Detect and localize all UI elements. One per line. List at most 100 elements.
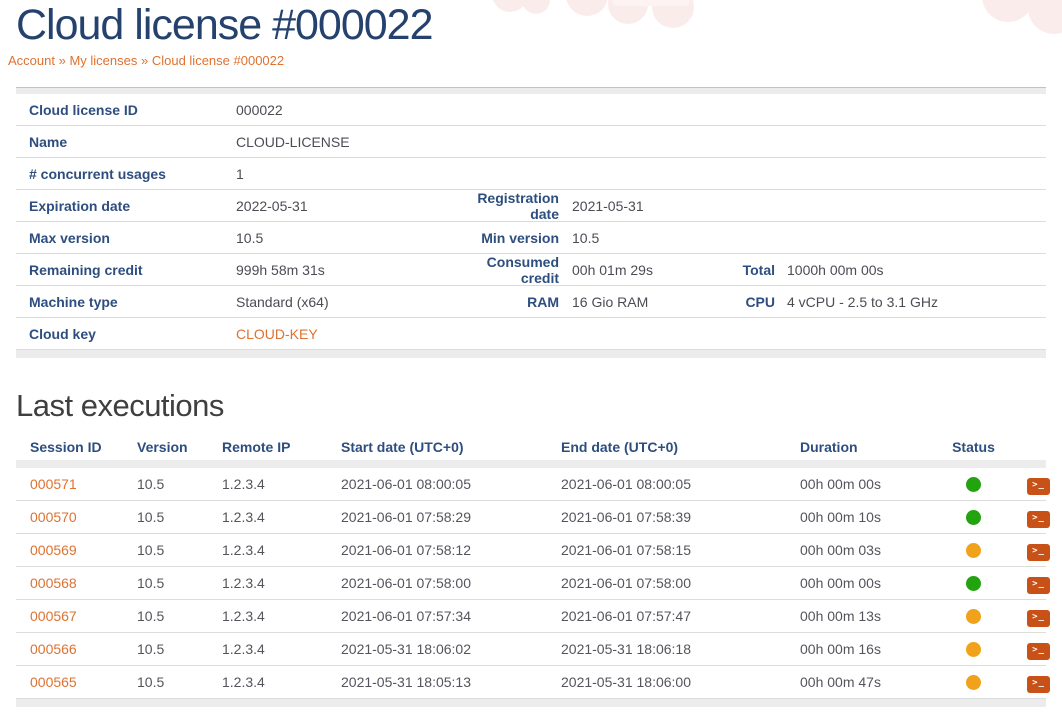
actions-cell: >_	[1011, 474, 1050, 495]
details-row: Remaining credit999h 58m 31sConsumed cre…	[16, 254, 1046, 286]
breadcrumb-separator: »	[137, 53, 151, 68]
executions-table-bottom-strip	[16, 699, 1046, 707]
column-header: Start date (UTC+0)	[341, 439, 561, 455]
section-title-last-executions: Last executions	[16, 386, 1046, 426]
details-label: Name	[16, 134, 226, 150]
terminal-icon[interactable]: >_	[1027, 676, 1050, 693]
execution-row: 00056910.51.2.3.42021-06-01 07:58:122021…	[16, 534, 1046, 567]
terminal-icon[interactable]: >_	[1027, 511, 1050, 528]
session-id-cell: 000567	[16, 608, 137, 624]
end-date-cell: 2021-06-01 07:58:39	[561, 509, 800, 525]
session-id-cell: 000565	[16, 674, 137, 690]
status-dot	[966, 477, 981, 492]
session-id-cell: 000571	[16, 476, 137, 492]
status-cell	[936, 608, 1011, 625]
details-row: # concurrent usages1	[16, 158, 1046, 190]
status-cell	[936, 641, 1011, 658]
actions-cell: >_	[1011, 507, 1050, 528]
session-id-link[interactable]: 000565	[30, 674, 77, 690]
terminal-icon[interactable]: >_	[1027, 610, 1050, 627]
execution-row: 00056610.51.2.3.42021-05-31 18:06:022021…	[16, 633, 1046, 666]
details-value: 4 vCPU - 2.5 to 3.1 GHz	[776, 294, 1046, 310]
duration-cell: 00h 00m 13s	[800, 608, 936, 624]
details-label: # concurrent usages	[16, 166, 226, 182]
execution-row: 00056810.51.2.3.42021-06-01 07:58:002021…	[16, 567, 1046, 600]
column-header: End date (UTC+0)	[561, 439, 800, 455]
start-date-cell: 2021-06-01 07:58:29	[341, 509, 561, 525]
end-date-cell: 2021-06-01 07:58:00	[561, 575, 800, 591]
version-cell: 10.5	[137, 476, 222, 492]
status-dot	[966, 642, 981, 657]
page: Cloud license #000022 Account » My licen…	[0, 0, 1062, 716]
session-id-cell: 000569	[16, 542, 137, 558]
terminal-icon[interactable]: >_	[1027, 544, 1050, 561]
details-table-top-strip	[16, 87, 1046, 94]
details-value: 999h 58m 31s	[226, 262, 466, 278]
details-value: 00h 01m 29s	[561, 262, 706, 278]
details-row: Cloud keyCLOUD-KEY	[16, 318, 1046, 350]
status-cell	[936, 674, 1011, 691]
details-row: Cloud license ID000022	[16, 94, 1046, 126]
status-cell	[936, 542, 1011, 559]
start-date-cell: 2021-06-01 07:58:00	[341, 575, 561, 591]
version-cell: 10.5	[137, 542, 222, 558]
actions-cell: >_	[1011, 540, 1050, 561]
executions-header-row: Session IDVersionRemote IPStart date (UT…	[16, 434, 1046, 460]
details-label: Remaining credit	[16, 262, 226, 278]
session-id-link[interactable]: 000571	[30, 476, 77, 492]
column-header: Status	[936, 439, 1011, 455]
details-label: Cloud license ID	[16, 102, 226, 118]
actions-cell: >_	[1011, 672, 1050, 693]
terminal-icon[interactable]: >_	[1027, 478, 1050, 495]
remote-ip-cell: 1.2.3.4	[222, 608, 341, 624]
version-cell: 10.5	[137, 509, 222, 525]
details-label: RAM	[466, 294, 561, 310]
executions-table-body: 00057110.51.2.3.42021-06-01 08:00:052021…	[16, 468, 1046, 699]
details-label: Consumed credit	[466, 254, 561, 286]
start-date-cell: 2021-06-01 07:58:12	[341, 542, 561, 558]
status-dot	[966, 510, 981, 525]
session-id-link[interactable]: 000569	[30, 542, 77, 558]
details-value: Standard (x64)	[226, 294, 466, 310]
session-id-cell: 000568	[16, 575, 137, 591]
terminal-icon[interactable]: >_	[1027, 643, 1050, 660]
version-cell: 10.5	[137, 641, 222, 657]
details-value: 10.5	[561, 230, 706, 246]
breadcrumb-link[interactable]: Account	[8, 53, 55, 68]
details-row: Machine typeStandard (x64)RAM16 Gio RAMC…	[16, 286, 1046, 318]
version-cell: 10.5	[137, 575, 222, 591]
end-date-cell: 2021-05-31 18:06:00	[561, 674, 800, 690]
execution-row: 00056510.51.2.3.42021-05-31 18:05:132021…	[16, 666, 1046, 699]
details-value: 10.5	[226, 230, 466, 246]
status-dot	[966, 675, 981, 690]
cloud-key-link[interactable]: CLOUD-KEY	[236, 326, 318, 342]
details-value: 000022	[226, 102, 466, 118]
remote-ip-cell: 1.2.3.4	[222, 575, 341, 591]
details-label: Total	[706, 262, 776, 278]
status-dot	[966, 543, 981, 558]
details-label: CPU	[706, 294, 776, 310]
version-cell: 10.5	[137, 674, 222, 690]
details-value: 2022-05-31	[226, 198, 466, 214]
execution-row: 00057010.51.2.3.42021-06-01 07:58:292021…	[16, 501, 1046, 534]
session-id-link[interactable]: 000570	[30, 509, 77, 525]
breadcrumb-link[interactable]: My licenses	[69, 53, 137, 68]
details-table-bottom-strip	[16, 350, 1046, 358]
breadcrumb-separator: »	[55, 53, 69, 68]
start-date-cell: 2021-06-01 08:00:05	[341, 476, 561, 492]
session-id-link[interactable]: 000567	[30, 608, 77, 624]
actions-cell: >_	[1011, 639, 1050, 660]
breadcrumb: Account » My licenses » Cloud license #0…	[8, 53, 1046, 68]
session-id-cell: 000566	[16, 641, 137, 657]
details-row: Max version10.5Min version10.5	[16, 222, 1046, 254]
breadcrumb-link[interactable]: Cloud license #000022	[152, 53, 284, 68]
session-id-link[interactable]: 000566	[30, 641, 77, 657]
session-id-link[interactable]: 000568	[30, 575, 77, 591]
details-value: 16 Gio RAM	[561, 294, 706, 310]
terminal-icon[interactable]: >_	[1027, 577, 1050, 594]
details-value: 1	[226, 166, 466, 182]
start-date-cell: 2021-05-31 18:05:13	[341, 674, 561, 690]
remote-ip-cell: 1.2.3.4	[222, 476, 341, 492]
version-cell: 10.5	[137, 608, 222, 624]
end-date-cell: 2021-05-31 18:06:18	[561, 641, 800, 657]
